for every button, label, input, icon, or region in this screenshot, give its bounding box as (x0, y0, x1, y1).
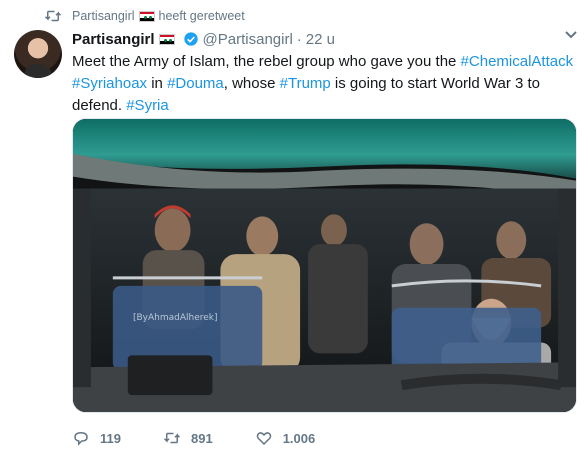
tweet-actions: 119 891 1.006 (72, 428, 357, 448)
text-segment: Meet the Army of Islam, the rebel group … (72, 53, 461, 70)
syria-flag-icon (138, 10, 155, 22)
reply-button[interactable]: 119 (72, 429, 121, 447)
retweet-icon (44, 10, 62, 22)
hashtag-link[interactable]: #ChemicalAttack (461, 53, 574, 70)
display-name[interactable]: Partisangirl (72, 31, 155, 48)
retweet-count: 891 (190, 430, 213, 446)
hashtag-link[interactable]: #Trump (280, 75, 331, 92)
hashtag-link[interactable]: #Syriahoax (72, 75, 147, 92)
text-segment: in (147, 75, 168, 92)
chevron-down-icon[interactable] (564, 30, 578, 40)
text-segment: , whose (223, 75, 280, 92)
retweet-icon (163, 432, 181, 444)
bus-photo (73, 119, 576, 412)
like-button[interactable]: 1.006 (255, 429, 316, 447)
retweet-suffix: heeft geretweet (158, 9, 245, 23)
retweet-button[interactable]: 891 (163, 429, 213, 447)
tweet-text: Meet the Army of Islam, the rebel group … (72, 51, 582, 117)
image-watermark: [ByAhmadAlherek] (133, 313, 218, 323)
hashtag-link[interactable]: #Douma (167, 75, 224, 92)
avatar[interactable] (14, 30, 62, 78)
tweet-header: Partisangirl @Partisangirl · 22 u (72, 28, 335, 50)
timestamp[interactable]: 22 u (306, 31, 335, 48)
user-handle[interactable]: @Partisangirl (203, 31, 293, 48)
syria-flag-icon (158, 33, 175, 45)
like-icon (256, 432, 271, 446)
tweet-image[interactable]: [ByAhmadAlherek] (72, 118, 577, 413)
hashtag-link[interactable]: #Syria (126, 97, 169, 114)
retweeter-name[interactable]: Partisangirl (72, 9, 135, 23)
reply-icon (74, 431, 88, 446)
verified-badge-icon (183, 32, 198, 46)
header-separator: · (296, 30, 302, 48)
retweet-context[interactable]: Partisangirl heeft geretweet (44, 6, 245, 26)
like-count: 1.006 (282, 430, 316, 446)
reply-count: 119 (100, 430, 121, 446)
